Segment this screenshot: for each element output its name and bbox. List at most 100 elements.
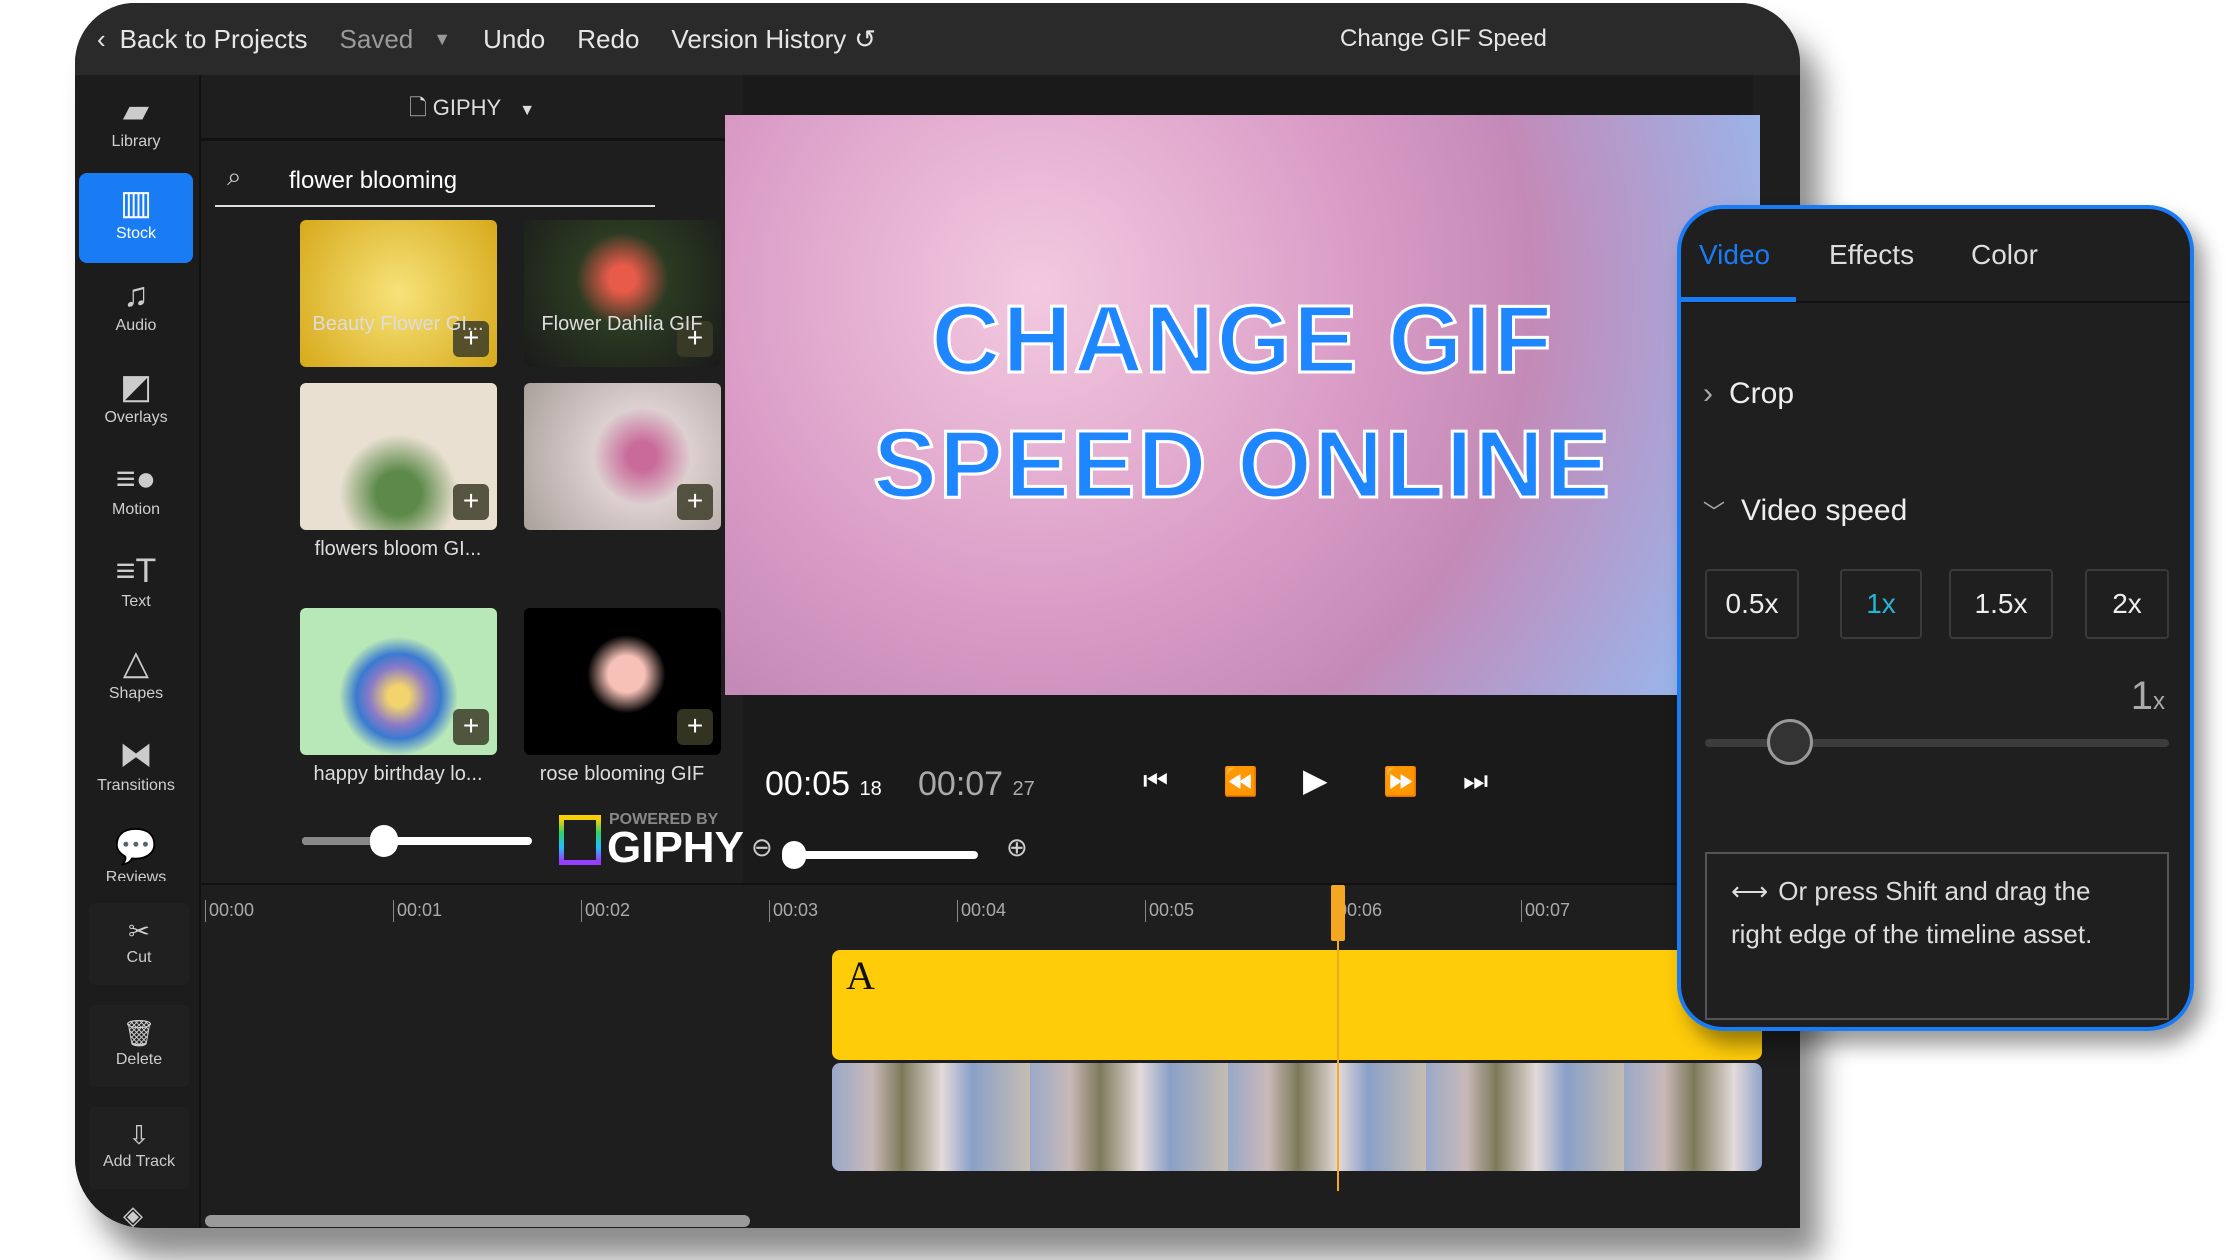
zoom-in-icon[interactable]: ⊕	[1006, 832, 1028, 863]
media-label: Flower Dahlia GIF	[541, 313, 703, 335]
media-thumb-rose[interactable]: +	[524, 608, 721, 755]
delete-button[interactable]: 🗑 Delete	[89, 1005, 189, 1087]
add-track-button[interactable]: ⇩ Add Track	[89, 1107, 189, 1189]
cut-button[interactable]: ✂ Cut	[89, 903, 189, 985]
file-icon: 🗋	[408, 95, 433, 120]
sidebar-item-reviews[interactable]: 💬 Reviews	[79, 817, 193, 881]
crop-label: Crop	[1729, 377, 1795, 410]
speed-0.5x-button[interactable]: 0.5x	[1705, 569, 1799, 639]
speed-value-number: 1	[2130, 674, 2153, 718]
skip-start-icon[interactable]: ⏮	[1143, 765, 1168, 798]
top-bar: ‹ Back to Projects Saved ▼ Undo Redo Ver…	[75, 3, 1800, 75]
speed-value: 1x	[2131, 674, 2165, 719]
sidebar-label: Motion	[111, 501, 161, 518]
speed-slider[interactable]	[1705, 719, 2169, 765]
version-history-button[interactable]: Version History	[671, 24, 846, 55]
play-icon[interactable]: ▶	[1303, 761, 1328, 799]
add-icon[interactable]: +	[677, 484, 713, 520]
sidebar-item-stock[interactable]: ▥ Stock	[79, 173, 193, 263]
speed-1.5x-button[interactable]: 1.5x	[1949, 569, 2053, 639]
gif-clip-filmstrip[interactable]	[832, 1063, 1762, 1171]
editor-window: ‹ Back to Projects Saved ▼ Undo Redo Ver…	[75, 3, 1800, 1228]
timeline: ✂ Cut 🗑 Delete ⇩ Add Track ◈ 00:00 00:01 00:0…	[89, 883, 1800, 1228]
sidebar-label: Reviews	[105, 869, 167, 881]
back-to-projects-link[interactable]: Back to Projects	[120, 24, 308, 55]
save-dropdown-icon[interactable]: ▼	[433, 29, 451, 50]
thumbnail-size-slider[interactable]	[302, 825, 532, 857]
sidebar-label: Overlays	[104, 409, 168, 426]
slider-handle[interactable]	[370, 825, 398, 857]
tool-label: Delete	[115, 1051, 163, 1068]
history-icon[interactable]: ↺	[854, 24, 876, 55]
ruler-tick: 00:03	[769, 900, 818, 922]
sidebar-item-motion[interactable]: ≡● Motion	[79, 449, 193, 539]
undo-button[interactable]: Undo	[483, 24, 545, 55]
media-thumb-flowers-bloom[interactable]: +	[300, 383, 497, 530]
media-thumb-beauty-flower[interactable]: +	[300, 220, 497, 367]
properties-panel: Video Effects Color › Crop ﹀ Video speed 0…	[1677, 205, 2194, 1031]
total-time: 00:07	[918, 765, 1004, 803]
text-clip[interactable]: A	[832, 950, 1762, 1060]
tab-color[interactable]: Color	[1971, 239, 2038, 271]
zoom-out-icon[interactable]: ⊖	[751, 832, 773, 863]
chevron-down-icon: ▼	[519, 102, 536, 119]
sidebar-item-library[interactable]: ▰ Library	[79, 81, 193, 171]
project-title[interactable]: Change GIF Speed	[1340, 25, 1547, 53]
resize-horizontal-icon: ⟷	[1731, 876, 1769, 906]
search-icon: ⌕	[227, 161, 242, 191]
ruler-tick: 00:07	[1521, 900, 1570, 922]
hint-box: ⟷ Or press Shift and drag the right edge …	[1705, 852, 2169, 1020]
chevron-right-icon: ›	[1703, 377, 1713, 410]
sidebar-label: Audio	[115, 317, 157, 334]
media-thumb-dahlia[interactable]: +	[524, 220, 721, 367]
text-clip-label: A	[846, 953, 875, 998]
source-label: GIPHY	[432, 95, 502, 120]
transitions-icon: ⧓	[119, 736, 153, 774]
video-speed-section[interactable]: ﹀ Video speed	[1703, 494, 1907, 528]
sidebar-label: Library	[111, 133, 161, 150]
media-label: rose blooming GIF	[539, 763, 705, 785]
sidebar-item-overlays[interactable]: ◩ Overlays	[79, 357, 193, 447]
add-icon[interactable]: +	[677, 709, 713, 745]
crop-section[interactable]: › Crop	[1703, 377, 1794, 411]
search-value: flower blooming	[289, 167, 458, 194]
scissors-icon: ✂	[128, 916, 150, 946]
sidebar-item-shapes[interactable]: △ Shapes	[79, 633, 193, 723]
chevron-left-icon[interactable]: ‹	[97, 24, 106, 55]
source-selector[interactable]: 🗋 GIPHY ▼	[201, 75, 743, 141]
fast-forward-icon[interactable]: ⏩	[1383, 765, 1418, 798]
ruler-tick: 00:04	[957, 900, 1006, 922]
video-preview[interactable]: CHANGE GIF SPEED ONLINE	[725, 115, 1760, 695]
speed-2x-button[interactable]: 2x	[2085, 569, 2169, 639]
add-icon[interactable]: +	[453, 484, 489, 520]
sidebar-item-transitions[interactable]: ⧓ Transitions	[79, 725, 193, 815]
skip-end-icon[interactable]: ⏭	[1463, 765, 1488, 798]
tool-label: Cut	[126, 949, 152, 966]
hint-text: Or press Shift and drag the right edge o…	[1731, 876, 2093, 949]
timeline-zoom-slider[interactable]	[782, 841, 978, 869]
media-thumb-happy-birthday[interactable]: +	[300, 608, 497, 755]
speed-1x-button[interactable]: 1x	[1840, 569, 1922, 639]
slider-handle[interactable]	[1767, 719, 1813, 765]
search-input[interactable]: ⌕ flower blooming	[215, 155, 655, 207]
tab-video[interactable]: Video	[1699, 239, 1770, 271]
motion-icon: ≡●	[115, 460, 157, 498]
folder-icon: ▰	[122, 92, 150, 130]
media-label: Beauty Flower GI...	[312, 313, 484, 335]
media-thumb-magnolia[interactable]: +	[524, 383, 721, 530]
media-panel: 🗋 GIPHY ▼ ⌕ flower blooming + + Beauty Fl…	[201, 75, 744, 883]
trash-icon: 🗑	[122, 1018, 156, 1048]
horizontal-scrollbar[interactable]	[205, 1215, 750, 1227]
current-frames: 18	[859, 778, 882, 800]
sidebar-item-text[interactable]: ≡T Text	[79, 541, 193, 631]
redo-button[interactable]: Redo	[577, 24, 639, 55]
sidebar-item-audio[interactable]: ♫ Audio	[79, 265, 193, 355]
rewind-icon[interactable]: ⏪	[1223, 765, 1258, 798]
layers-icon[interactable]: ◈	[123, 1200, 143, 1228]
sidebar-label: Text	[121, 593, 151, 610]
slider-handle[interactable]	[782, 841, 806, 869]
media-label: flowers bloom GI...	[314, 538, 482, 560]
tab-effects[interactable]: Effects	[1829, 239, 1914, 271]
add-icon[interactable]: +	[453, 709, 489, 745]
giphy-logo-icon	[559, 815, 601, 865]
